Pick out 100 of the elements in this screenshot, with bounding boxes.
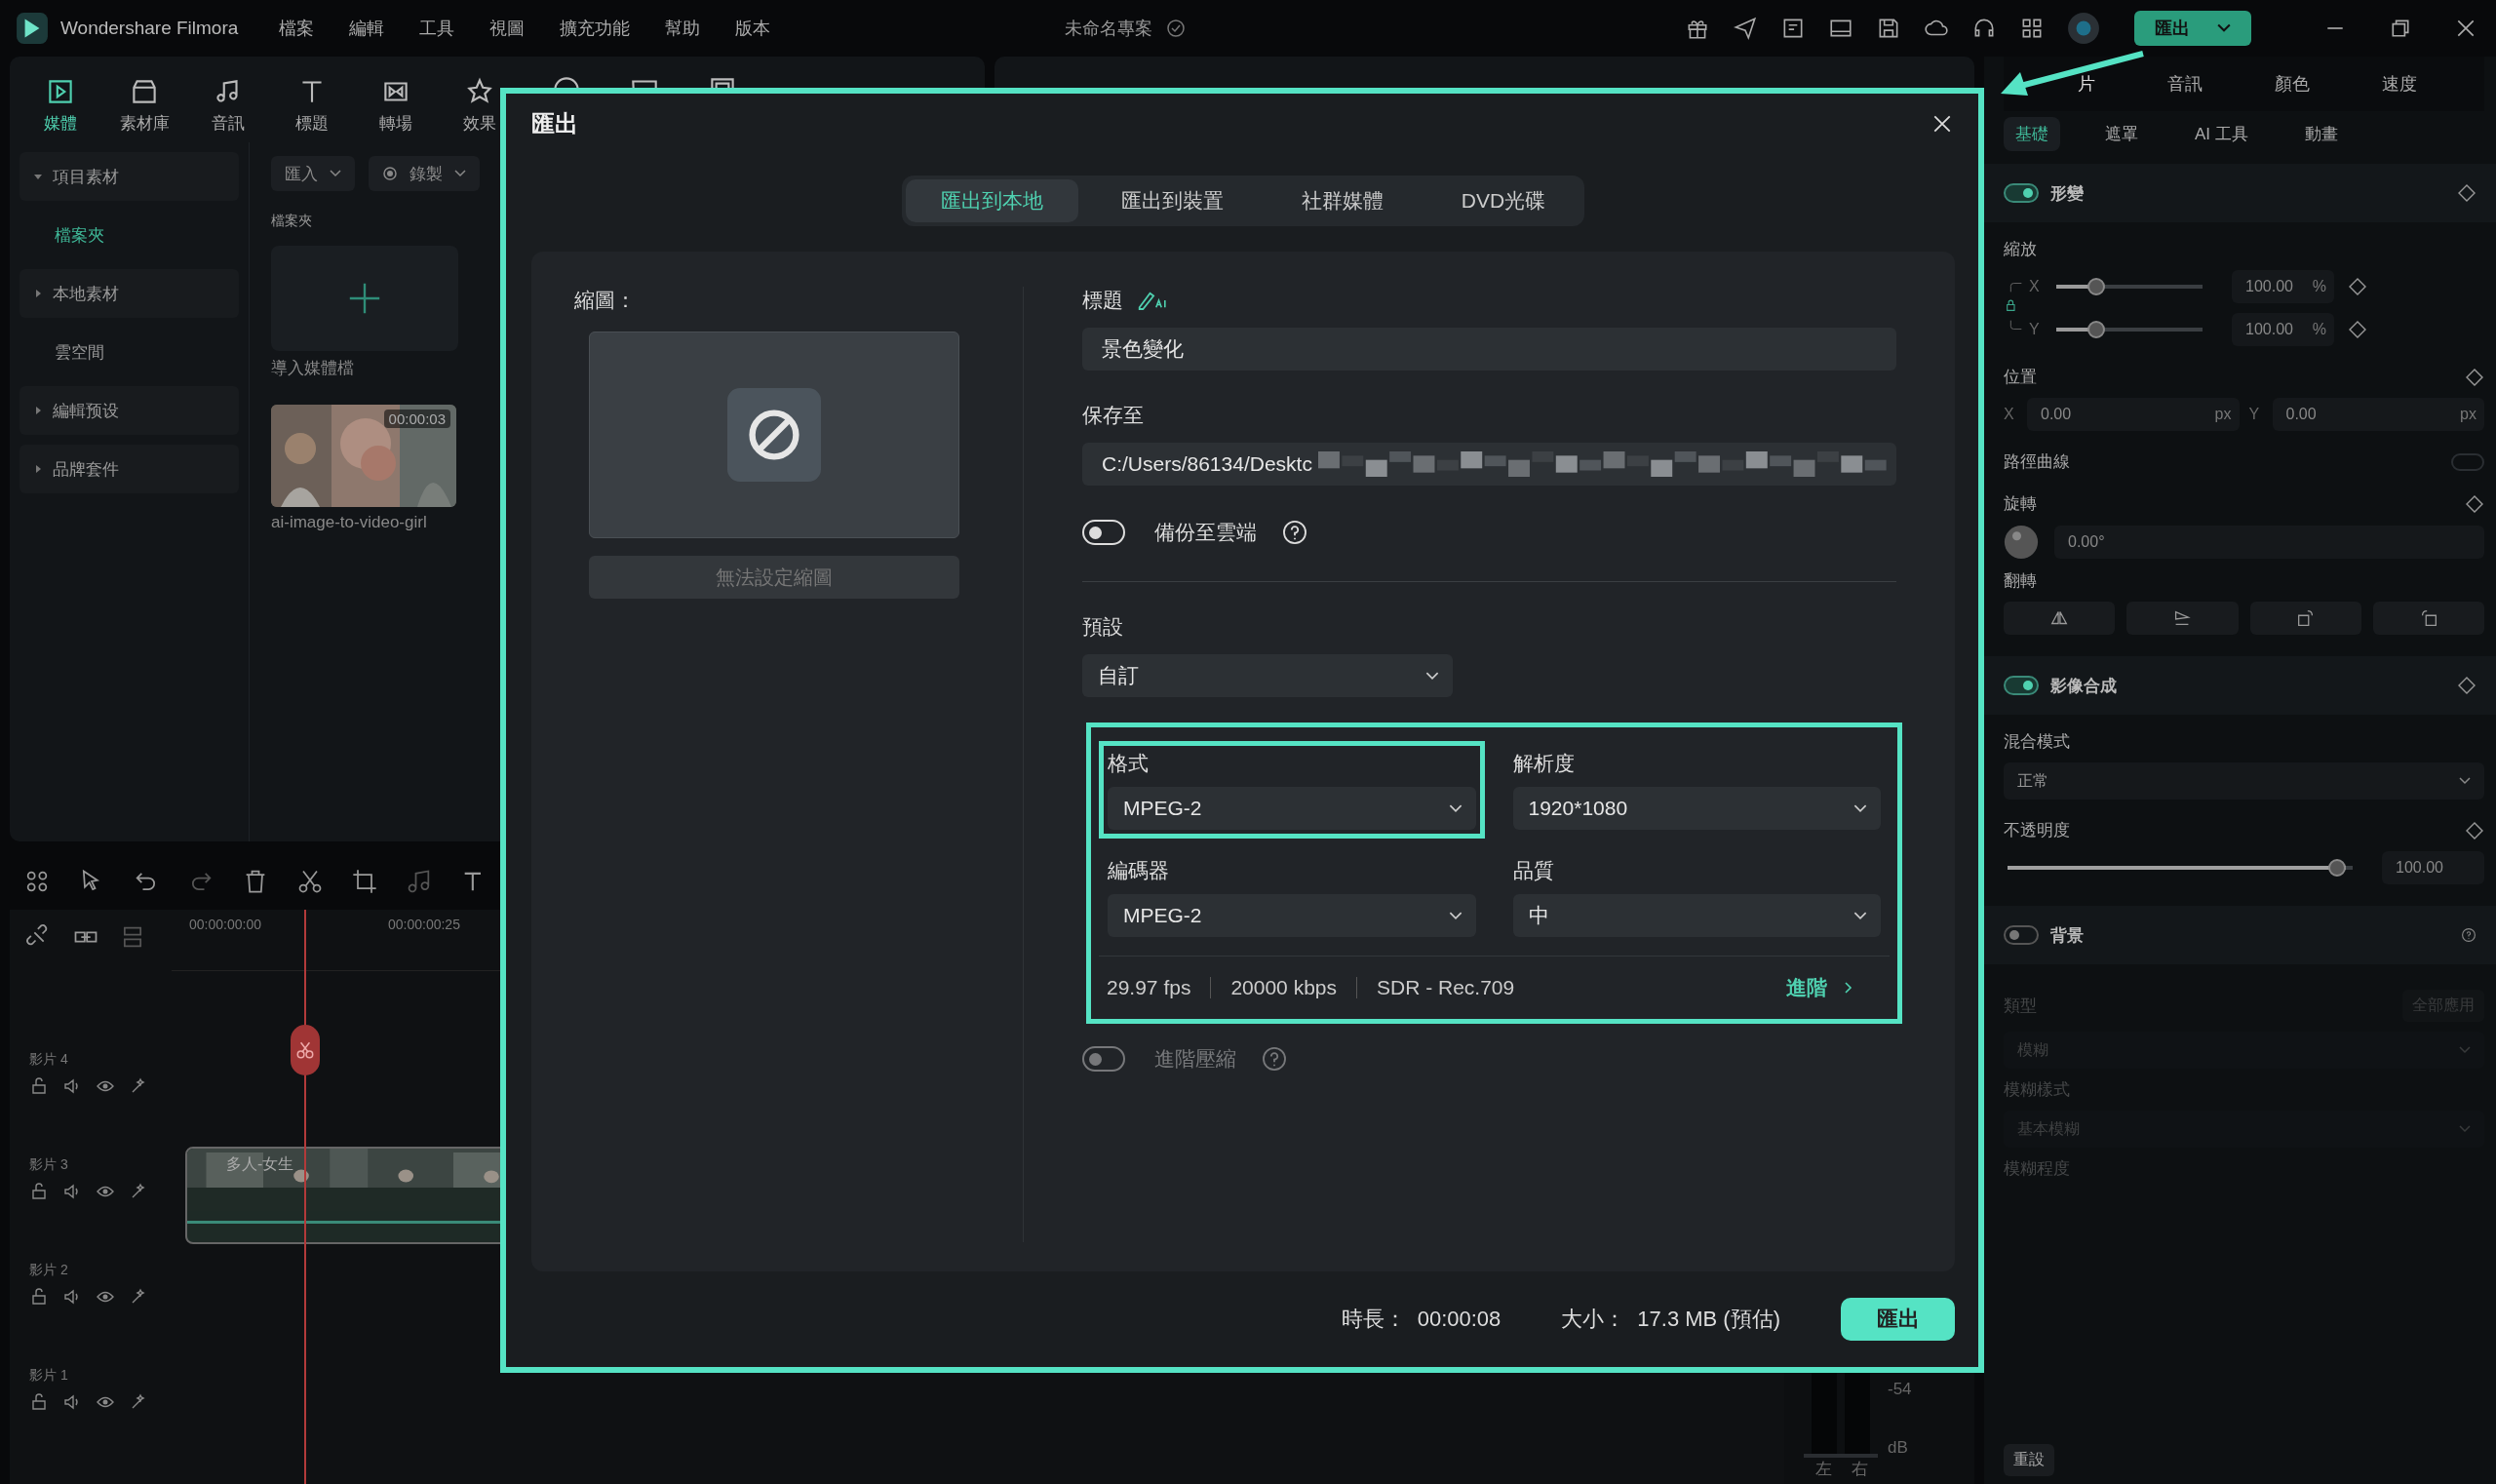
channel-label: 右	[1852, 1459, 1868, 1480]
toolbar-tab[interactable]: 音訊	[203, 74, 254, 135]
track-name: 影片 4	[29, 1051, 69, 1069]
keyframe-icon[interactable]	[2465, 820, 2484, 840]
toggle-switch[interactable]	[2451, 452, 2484, 471]
export-info: SDR - Rec.709	[1377, 976, 1515, 999]
save-to-label: 保存至	[1082, 403, 1145, 428]
sidebar-item[interactable]: 品牌套件	[20, 445, 239, 493]
menu-item[interactable]: 視圖	[489, 17, 526, 40]
keyframe-icon[interactable]	[2348, 320, 2367, 339]
sidebar-item[interactable]: 本地素材	[20, 269, 239, 318]
toolbar-tab[interactable]: 轉場	[370, 74, 421, 135]
avatar-icon[interactable]	[2067, 12, 2100, 45]
axis-label: X	[2029, 278, 2041, 295]
keyframe-icon[interactable]	[2348, 277, 2367, 296]
check-circle-icon	[1166, 19, 1187, 38]
caret-icon	[2459, 1125, 2471, 1133]
toggle-switch[interactable]	[2004, 676, 2039, 695]
folder-label: 檔案夾	[271, 213, 312, 230]
export-tab[interactable]: 社群媒體	[1266, 179, 1419, 222]
blend-mode-dropdown[interactable]: 正常	[2004, 762, 2484, 800]
setting-label: 品質	[1512, 858, 1555, 883]
close-icon[interactable]	[2455, 18, 2476, 39]
inspector-subtab[interactable]: 基礎	[2004, 116, 2060, 151]
duration-value: 00:00:08	[1417, 1307, 1502, 1332]
import-media-tile[interactable]	[271, 246, 458, 351]
sidebar-item[interactable]: 檔案夾	[20, 211, 239, 259]
number-field[interactable]: 100.00 %	[2232, 313, 2334, 346]
menu-item[interactable]: 編輯	[349, 17, 385, 40]
field-label: 不透明度	[2004, 820, 2070, 841]
toggle-switch[interactable]	[2004, 925, 2039, 945]
restore-icon[interactable]	[2390, 18, 2411, 39]
menu-item[interactable]: 工具	[419, 17, 455, 40]
setting-dropdown[interactable]: MPEG-2	[1108, 787, 1476, 830]
record-dropdown[interactable]: 錄製	[369, 156, 480, 191]
paper-plane-icon[interactable]	[1733, 16, 1758, 41]
channel-label: 左	[1815, 1459, 1832, 1480]
lock-icon[interactable]	[29, 1287, 49, 1307]
lock-icon[interactable]	[29, 1076, 49, 1096]
toolbar-tab[interactable]: 素材庫	[119, 74, 170, 135]
export-tab[interactable]: 匯出到本地	[905, 179, 1078, 222]
export-button[interactable]: 匯出	[1841, 1298, 1955, 1341]
flip-horizontal-button[interactable]	[2004, 602, 2116, 635]
setting-dropdown[interactable]: 中	[1512, 894, 1881, 937]
setting-label: 編碼器	[1108, 858, 1170, 883]
export-tab[interactable]: DVD光碟	[1425, 179, 1581, 222]
preset-dropdown[interactable]: 自訂	[1082, 654, 1453, 697]
number-field[interactable]: 0.00 px	[2027, 398, 2240, 431]
import-dropdown[interactable]: 匯入	[271, 156, 355, 191]
inspector-tab[interactable]: 顏色	[2275, 72, 2310, 96]
number-field[interactable]: 0.00 px	[2272, 398, 2484, 431]
export-tab[interactable]: 匯出到裝置	[1085, 179, 1259, 222]
scissors-icon[interactable]	[296, 868, 324, 895]
number-field[interactable]: 100.00	[2382, 851, 2484, 884]
section-title: 影像合成	[2050, 675, 2118, 697]
menu-item[interactable]: 擴充功能	[560, 17, 631, 40]
crop-icon[interactable]	[351, 868, 378, 895]
toolbar-tab[interactable]: 媒體	[35, 74, 86, 135]
menu-item[interactable]: 檔案	[279, 17, 315, 40]
keyframe-icon[interactable]	[2465, 493, 2484, 514]
sidebar-item[interactable]: 雲空間	[20, 328, 239, 376]
inspector-tab[interactable]: 音訊	[2167, 72, 2203, 96]
lock-icon[interactable]	[29, 1392, 49, 1412]
caret-icon	[1448, 803, 1462, 813]
close-icon[interactable]	[1931, 113, 1953, 135]
size-label: 大小：	[1561, 1306, 1626, 1333]
slider-thumb[interactable]	[2086, 278, 2105, 295]
track-name: 影片 3	[29, 1156, 69, 1174]
inspector-subtab[interactable]: 動畫	[2292, 116, 2350, 151]
keyframe-icon[interactable]	[2465, 367, 2484, 387]
number-field[interactable]: 100.00 %	[2232, 270, 2334, 303]
toolbar-tab[interactable]: 效果	[454, 74, 505, 135]
sidebar-item[interactable]: 編輯预设	[20, 386, 239, 435]
inspector-subtab[interactable]: AI 工具	[2183, 116, 2260, 151]
reset-button[interactable]: 重設	[2004, 1444, 2054, 1476]
setting-dropdown[interactable]: 1920*1080	[1512, 787, 1881, 830]
inspector-subtab[interactable]: 遮罩	[2093, 116, 2150, 151]
save-path-field[interactable]: C:/Users/86134/Desktc	[1082, 443, 1896, 486]
inspector-tab[interactable]: 速度	[2382, 72, 2417, 96]
toolbar-tab[interactable]: 標題	[287, 74, 337, 135]
caret-icon	[33, 289, 43, 298]
menu-item[interactable]: 幫助	[665, 17, 701, 40]
inspector-tab[interactable]: 片	[2078, 72, 2095, 96]
caret-icon	[330, 170, 341, 177]
slider-thumb[interactable]	[2086, 321, 2105, 338]
toggle-switch[interactable]	[2004, 183, 2039, 203]
keyframe-icon[interactable]	[2457, 183, 2476, 203]
field-label: 旋轉	[2004, 493, 2037, 515]
clip-title: 多人-女生	[226, 1154, 294, 1174]
number-field[interactable]: 0.00°	[2054, 526, 2484, 559]
advanced-link[interactable]: 進階	[1786, 974, 1852, 1001]
title-field[interactable]: 景色變化	[1082, 328, 1896, 371]
sidebar-item[interactable]: 項目素材	[20, 152, 239, 201]
size-value: 17.3 MB (預估)	[1637, 1306, 1780, 1333]
setting-dropdown[interactable]: MPEG-2	[1108, 894, 1476, 937]
export-button[interactable]: 匯出	[2134, 11, 2251, 46]
menu-item[interactable]: 版本	[735, 17, 771, 40]
keyframe-icon[interactable]	[2457, 676, 2476, 695]
rotation-dial[interactable]	[2004, 525, 2039, 560]
lock-icon[interactable]	[29, 1182, 49, 1201]
